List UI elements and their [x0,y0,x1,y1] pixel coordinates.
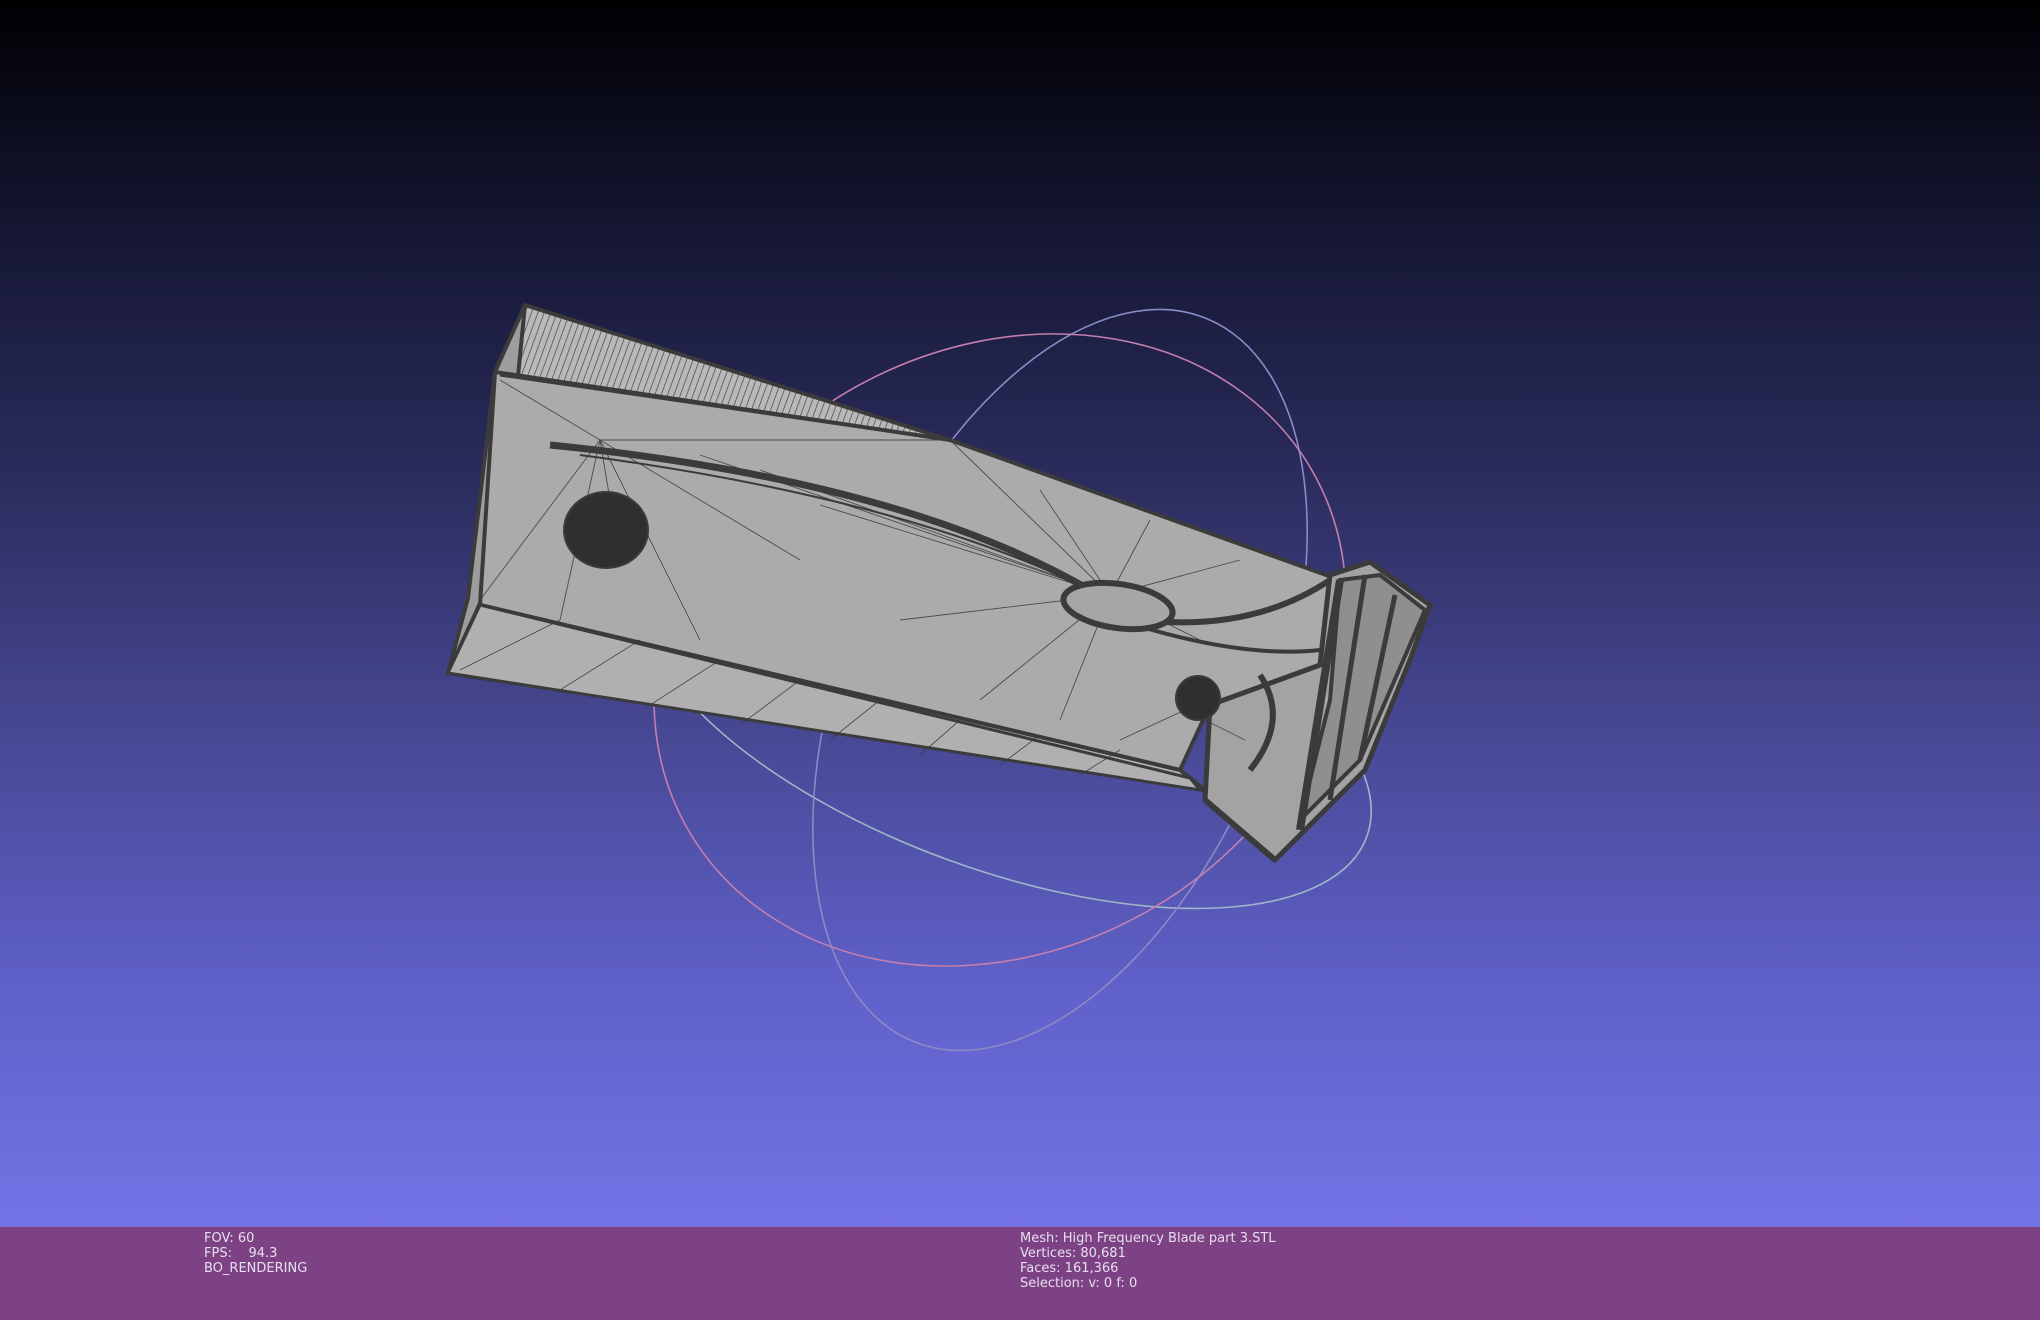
fps-readout: FPS: 94.3 [204,1246,278,1261]
selection-readout: Selection: v: 0 f: 0 [1020,1276,1138,1291]
mesh-hole-round [563,491,649,569]
render-mode-readout: BO_RENDERING [204,1261,308,1276]
mesh-model[interactable] [445,302,1433,864]
mesh-name-readout: Mesh: High Frequency Blade part 3.STL [1020,1231,1276,1246]
fov-readout: FOV: 60 [204,1231,255,1246]
mesh-stats: Mesh: High Frequency Blade part 3.STL Ve… [1020,1231,1276,1291]
mesh-scene[interactable] [0,0,2040,1227]
faces-readout: Faces: 161,366 [1020,1261,1119,1276]
3d-viewport[interactable] [0,0,2040,1227]
status-info-bar: FOV: 60 FPS: 94.3 BO_RENDERING Mesh: Hig… [0,1227,2040,1320]
meshlab-window: FOV: 60 FPS: 94.3 BO_RENDERING Mesh: Hig… [0,0,2040,1320]
render-stats: FOV: 60 FPS: 94.3 BO_RENDERING [204,1231,307,1276]
mesh-hole-small [1175,675,1221,721]
vertices-readout: Vertices: 80,681 [1020,1246,1126,1261]
